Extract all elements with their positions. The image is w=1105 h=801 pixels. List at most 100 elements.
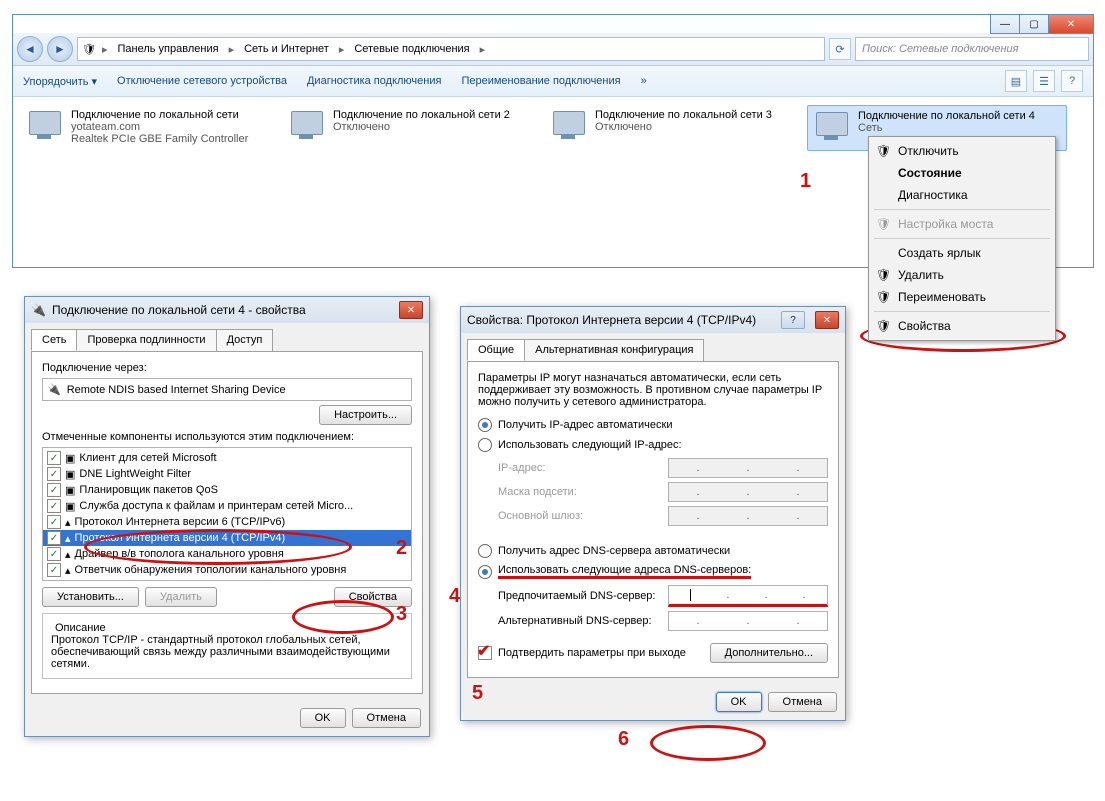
checkbox[interactable]: ✓ (47, 451, 61, 465)
cancel-button[interactable]: Отмена (768, 692, 837, 712)
window-controls: — ▢ ✕ (990, 14, 1094, 34)
shield-icon: 🛡 (876, 144, 890, 158)
network-icon: 🔌 (31, 303, 46, 317)
checkbox[interactable]: ✔ (478, 646, 492, 660)
minimize-button[interactable]: — (990, 14, 1020, 34)
view-icons-button[interactable]: ▤ (1005, 70, 1027, 92)
search-input[interactable]: Поиск: Сетевые подключения (855, 37, 1089, 61)
ctx-shortcut[interactable]: Создать ярлык (872, 242, 1052, 264)
advanced-button[interactable]: Дополнительно... (710, 643, 828, 663)
checkbox[interactable]: ✓ (47, 547, 61, 561)
radio-manual-ip[interactable]: Использовать следующий IP-адрес: (478, 438, 828, 452)
dialog-title: Подключение по локальной сети 4 - свойст… (52, 303, 306, 317)
adapter-name: Remote NDIS based Internet Sharing Devic… (67, 384, 286, 396)
adapter-field: 🔌 Remote NDIS based Internet Sharing Dev… (42, 378, 412, 401)
organize-menu[interactable]: Упорядочить ▾ (23, 75, 97, 88)
radio-icon (478, 565, 492, 579)
list-item[interactable]: ✓▣DNE LightWeight Filter (43, 466, 411, 482)
network-icon (812, 110, 852, 146)
breadcrumb-2[interactable]: Сетевые подключения (350, 43, 473, 55)
breadcrumb[interactable]: 🛡 ▸ Панель управления ▸ Сеть и Интернет … (77, 37, 825, 61)
configure-button[interactable]: Настроить... (319, 405, 412, 425)
close-button[interactable]: ✕ (399, 301, 423, 319)
close-button[interactable]: ✕ (1049, 14, 1094, 34)
connection-3[interactable]: Подключение по локальной сети 3Отключено (545, 105, 803, 151)
checkbox[interactable]: ✓ (47, 499, 61, 513)
component-icon: ▣ (65, 484, 75, 497)
checkbox[interactable]: ✓ (47, 515, 61, 529)
back-button[interactable]: ◄ (17, 36, 43, 62)
tab-auth[interactable]: Проверка подлинности (76, 329, 216, 351)
context-menu: 🛡Отключить Состояние Диагностика 🛡Настро… (868, 136, 1056, 341)
ctx-diagnose[interactable]: Диагностика (872, 184, 1052, 206)
ctx-rename[interactable]: 🛡Переименовать (872, 286, 1052, 308)
annotation-oval-6 (650, 725, 766, 761)
ctx-properties[interactable]: 🛡Свойства (872, 315, 1052, 337)
radio-auto-dns[interactable]: Получить адрес DNS-сервера автоматически (478, 544, 828, 558)
view-list-button[interactable]: ☰ (1033, 70, 1055, 92)
ctx-status[interactable]: Состояние (872, 162, 1052, 184)
forward-button[interactable]: ► (47, 36, 73, 62)
radio-auto-ip[interactable]: Получить IP-адрес автоматически (478, 418, 828, 432)
connection-2[interactable]: Подключение по локальной сети 2Отключено (283, 105, 541, 151)
checkbox[interactable]: ✓ (47, 467, 61, 481)
disable-device[interactable]: Отключение сетевого устройства (117, 75, 287, 87)
network-icon (287, 109, 327, 145)
radio-manual-dns[interactable]: Использовать следующие адреса DNS-сервер… (478, 564, 828, 579)
gateway-field: ... (668, 506, 828, 526)
description-label: Описание (51, 622, 110, 634)
annotation-4: 4 (449, 585, 460, 608)
shield-icon: 🛡 (876, 217, 890, 231)
dns-preferred-field[interactable]: ... (668, 585, 828, 607)
annotation-2: 2 (396, 537, 407, 560)
dialog-title: Свойства: Протокол Интернета версии 4 (T… (467, 313, 756, 327)
maximize-button[interactable]: ▢ (1020, 14, 1049, 34)
shield-icon: 🛡 (876, 290, 890, 304)
tab-network[interactable]: Сеть (31, 329, 77, 351)
component-icon: ▴ (65, 548, 71, 561)
gateway-row: Основной шлюз:... (498, 506, 828, 526)
list-item[interactable]: ✓▴Протокол Интернета версии 6 (TCP/IPv6) (43, 514, 411, 530)
breadcrumb-1[interactable]: Сеть и Интернет (240, 43, 333, 55)
list-item[interactable]: ✓▣Планировщик пакетов QoS (43, 482, 411, 498)
ip-address-row: IP-адрес:... (498, 458, 828, 478)
confirm-on-exit-row[interactable]: ✔ Подтвердить параметры при выходе Допол… (478, 643, 828, 663)
uninstall-button: Удалить (145, 587, 217, 607)
help-button[interactable]: ? (1061, 70, 1083, 92)
refresh-button[interactable]: ⟳ (829, 38, 851, 60)
ctx-delete[interactable]: 🛡Удалить (872, 264, 1052, 286)
checkbox[interactable]: ✓ (47, 563, 61, 577)
connection-1[interactable]: Подключение по локальной сетиyotateam.co… (21, 105, 279, 151)
ok-button[interactable]: OK (300, 708, 346, 728)
ctx-bridge[interactable]: 🛡Настройка моста (872, 213, 1052, 235)
radio-icon (478, 418, 492, 432)
dns1-row: Предпочитаемый DNS-сервер:... (498, 585, 828, 607)
ipv4-properties-dialog: Свойства: Протокол Интернета версии 4 (T… (460, 306, 846, 721)
more-commands[interactable]: » (641, 75, 647, 87)
cancel-button[interactable]: Отмена (352, 708, 421, 728)
rename-conn[interactable]: Переименование подключения (461, 75, 620, 87)
description-text: Протокол TCP/IP - стандартный протокол г… (51, 634, 403, 670)
breadcrumb-root[interactable]: Панель управления (114, 43, 223, 55)
list-item[interactable]: ✓▣Служба доступа к файлам и принтерам се… (43, 498, 411, 514)
help-button[interactable]: ? (781, 311, 805, 329)
control-panel-icon: 🛡 (82, 43, 96, 56)
tab-general[interactable]: Общие (467, 339, 525, 361)
list-item[interactable]: ✓▣Клиент для сетей Microsoft (43, 450, 411, 466)
mask-row: Маска подсети:... (498, 482, 828, 502)
diagnose-conn[interactable]: Диагностика подключения (307, 75, 441, 87)
annotation-1: 1 (800, 170, 811, 193)
ctx-disable[interactable]: 🛡Отключить (872, 140, 1052, 162)
checkbox[interactable]: ✓ (47, 531, 61, 545)
annotation-oval-2 (84, 529, 352, 565)
tab-access[interactable]: Доступ (216, 329, 274, 351)
close-button[interactable]: ✕ (815, 311, 839, 329)
tab-alt-config[interactable]: Альтернативная конфигурация (524, 339, 704, 361)
install-button[interactable]: Установить... (42, 587, 139, 607)
component-icon: ▣ (65, 452, 75, 465)
ok-button[interactable]: OK (716, 692, 762, 712)
connect-via-label: Подключение через: (42, 362, 412, 374)
checkbox[interactable]: ✓ (47, 483, 61, 497)
dns-alt-field[interactable]: ... (668, 611, 828, 631)
ip-field: ... (668, 458, 828, 478)
